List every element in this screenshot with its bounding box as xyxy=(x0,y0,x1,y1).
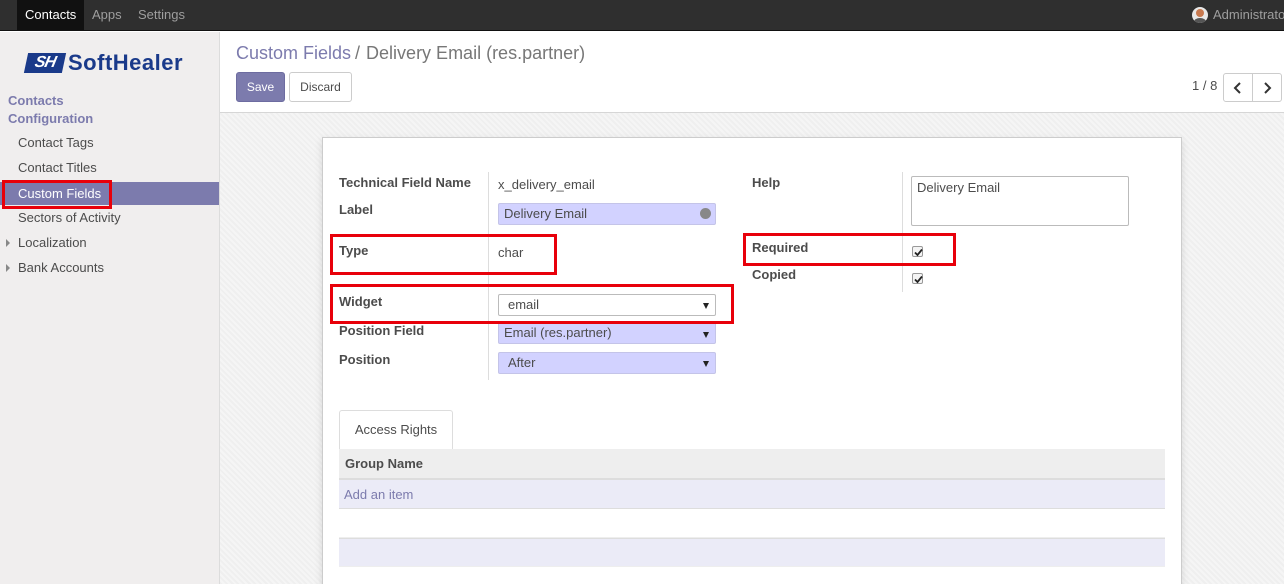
position-field-select-value: Email (res.partner) xyxy=(504,325,612,340)
help-textarea-value: Delivery Email xyxy=(917,180,1001,195)
table-row xyxy=(339,509,1165,538)
label-input[interactable]: Delivery Email xyxy=(498,203,716,225)
caret-right-icon xyxy=(6,239,10,247)
position-field-label: Position Field xyxy=(339,323,425,338)
sidebar-item-label: Localization xyxy=(18,235,87,250)
discard-button[interactable]: Discard xyxy=(289,72,352,102)
label-label: Label xyxy=(339,202,373,217)
user-name: Administrator xyxy=(1213,7,1284,22)
highlight-box-required xyxy=(743,233,956,266)
menu-contacts[interactable]: Contacts xyxy=(17,0,85,31)
breadcrumb-parent-link[interactable]: Custom Fields xyxy=(236,43,351,63)
menu-settings[interactable]: Settings xyxy=(130,0,193,31)
technical-field-name-value: x_delivery_email xyxy=(498,177,595,192)
company-logo: SH SoftHealer xyxy=(23,50,184,76)
table-header: Group Name xyxy=(339,449,1165,479)
save-button[interactable]: Save xyxy=(236,72,285,102)
sidebar-heading-contacts[interactable]: Contacts xyxy=(8,93,64,108)
sidebar-item-contact-tags[interactable]: Contact Tags xyxy=(0,131,219,154)
pager-previous-button[interactable] xyxy=(1223,73,1253,102)
copied-label: Copied xyxy=(752,267,797,282)
breadcrumb-current: Delivery Email (res.partner) xyxy=(366,43,586,63)
pager-value[interactable]: 1 / 8 xyxy=(1192,78,1217,93)
sidebar-item-localization[interactable]: Localization xyxy=(0,231,219,254)
menu-apps[interactable]: Apps xyxy=(84,0,130,31)
checkmark-icon xyxy=(914,275,923,284)
tab-access-rights[interactable]: Access Rights xyxy=(339,410,453,450)
globe-icon[interactable] xyxy=(700,208,711,219)
technical-field-name-label: Technical Field Name xyxy=(339,175,471,190)
breadcrumb-separator: / xyxy=(355,43,361,63)
field-separator-line xyxy=(902,172,903,292)
pager-next-button[interactable] xyxy=(1252,73,1282,102)
dropdown-arrow-icon xyxy=(703,361,709,367)
caret-right-icon xyxy=(6,264,10,272)
copied-checkbox[interactable] xyxy=(912,273,923,284)
position-select[interactable]: After xyxy=(498,352,716,374)
control-panel: Custom Fields / Delivery Email (res.partne… xyxy=(220,32,1284,113)
position-field-select[interactable]: Email (res.partner) xyxy=(498,322,716,344)
sidebar-item-sectors-of-activity[interactable]: Sectors of Activity xyxy=(0,206,219,229)
sidebar-item-contact-titles[interactable]: Contact Titles xyxy=(0,156,219,179)
highlight-box-custom-fields xyxy=(2,180,112,209)
table-row xyxy=(339,538,1165,567)
top-navbar: Contacts Apps Settings Administrator xyxy=(0,0,1284,31)
help-label: Help xyxy=(752,175,781,190)
highlight-box-type xyxy=(330,234,557,275)
column-header-group-name[interactable]: Group Name xyxy=(345,456,423,471)
chevron-left-icon xyxy=(1233,82,1241,94)
label-input-value: Delivery Email xyxy=(504,206,588,221)
avatar xyxy=(1192,7,1208,23)
user-menu[interactable]: Administrator xyxy=(1192,0,1284,31)
add-item-link[interactable]: Add an item xyxy=(344,487,413,502)
table-row-add: Add an item xyxy=(339,479,1165,509)
breadcrumb: Custom Fields / Delivery Email (res.partne… xyxy=(236,43,585,64)
logo-mark: SH xyxy=(23,53,67,73)
sidebar-item-bank-accounts[interactable]: Bank Accounts xyxy=(0,256,219,279)
help-textarea[interactable]: Delivery Email xyxy=(911,176,1129,226)
sidebar-heading-configuration[interactable]: Configuration xyxy=(8,111,93,126)
position-label: Position xyxy=(339,352,391,367)
field-separator-line xyxy=(488,172,489,380)
logo-wordmark: SoftHealer xyxy=(68,50,184,75)
sidebar: SH SoftHealer Contacts Configuration Con… xyxy=(0,32,220,584)
sidebar-item-label: Bank Accounts xyxy=(18,260,104,275)
position-select-value: After xyxy=(508,355,536,370)
highlight-box-widget xyxy=(330,284,734,324)
dropdown-arrow-icon xyxy=(703,332,709,338)
chevron-right-icon xyxy=(1264,82,1272,94)
